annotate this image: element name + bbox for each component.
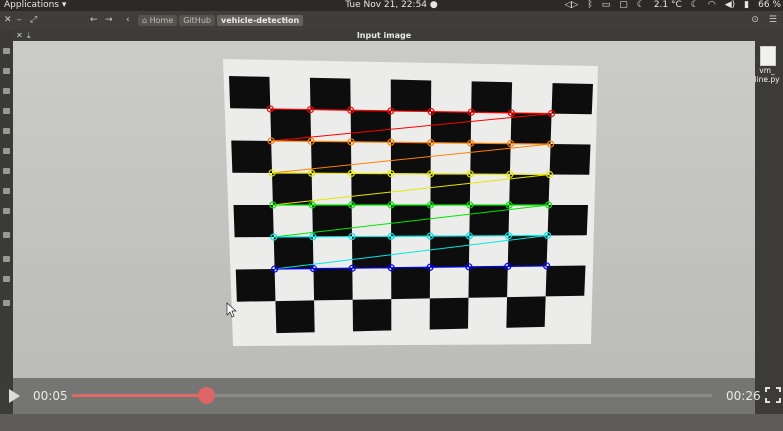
board-square (273, 236, 314, 270)
fullscreen-icon[interactable] (765, 387, 781, 403)
breadcrumb-vehicle-detection[interactable]: vehicle-detection (216, 15, 304, 26)
board-square (352, 236, 392, 269)
desktop-icon[interactable] (3, 88, 10, 94)
pin-icon[interactable]: ⤓ (27, 30, 31, 41)
system-tray: ◁▷ ᛒ ▭ ▢ ☾ 2.1 °C ☾ ◠ ◀) ▮ 66 % (564, 0, 781, 11)
board-square (272, 172, 313, 205)
board-square (233, 205, 274, 238)
weather-icon[interactable]: ☾ (637, 0, 645, 11)
battery-icon[interactable]: ▮ (744, 0, 749, 11)
battery-level[interactable]: 66 % (758, 0, 781, 11)
python-file-icon (760, 46, 776, 66)
network-icon[interactable] (3, 276, 10, 282)
volume-icon[interactable]: ◀) (725, 0, 735, 11)
board-square (545, 265, 586, 297)
clock[interactable]: Tue Nov 21, 22:54 ● (345, 0, 437, 10)
forward-icon[interactable]: → (105, 11, 113, 30)
seek-progress (72, 394, 207, 397)
seek-bar[interactable] (72, 387, 712, 404)
board-square (231, 140, 273, 173)
board-square (350, 110, 391, 143)
temperature[interactable]: 2.1 °C (654, 0, 682, 11)
board-square (470, 143, 511, 175)
file-manager-toolbar: ✕ – ⤢ ← → ‹ ⌂ Home GitHub vehicle-detect… (0, 11, 783, 30)
recent-icon[interactable] (3, 48, 10, 54)
board-square (469, 205, 510, 236)
board-square (430, 111, 472, 144)
breadcrumb: ⌂ Home GitHub vehicle-detection (138, 15, 304, 26)
applications-menu[interactable]: Applications ▾ (4, 0, 66, 11)
board-square (352, 299, 392, 332)
maximize-icon[interactable]: ⤢ (30, 11, 37, 30)
documents-icon[interactable] (3, 108, 10, 114)
back-icon[interactable]: ← (90, 11, 98, 30)
board-square (391, 267, 431, 300)
board-square (430, 173, 471, 205)
bluetooth-icon[interactable]: ᛒ (587, 0, 592, 11)
search-icon[interactable]: ⊙ (751, 11, 759, 30)
total-time: 00:26 (726, 389, 761, 403)
bottom-strip (0, 414, 783, 431)
home-folder-icon[interactable] (3, 68, 10, 74)
breadcrumb-home[interactable]: ⌂ Home (138, 15, 178, 26)
close-icon[interactable]: ✕ (16, 30, 23, 41)
downloads-icon[interactable] (3, 128, 10, 134)
camera-icon[interactable]: ▭ (602, 0, 611, 11)
trash-icon[interactable] (3, 208, 10, 214)
board-square (468, 266, 508, 298)
board-square (275, 300, 315, 334)
chevron-right-icon[interactable]: › (283, 11, 287, 30)
chevron-left-icon[interactable]: ‹ (126, 11, 130, 30)
folder-icon[interactable] (3, 256, 10, 262)
seek-handle[interactable] (198, 387, 216, 404)
top-panel: Applications ▾ Tue Nov 21, 22:54 ● ◁▷ ᛒ … (0, 0, 783, 11)
board-square (509, 174, 550, 205)
window-titlebar[interactable]: ✕ ⤓ Input image (13, 30, 755, 41)
close-icon[interactable]: ✕ (4, 11, 12, 30)
display-icon[interactable]: ▢ (619, 0, 628, 11)
window-title: Input image (356, 31, 412, 40)
desktop-file-name-2: line.py (754, 75, 780, 84)
board-square (430, 235, 470, 268)
desktop-file-name-1: vm_ (759, 66, 775, 75)
video-controls: 00:05 00:26 (0, 378, 783, 414)
file-manager-actions: ⊙ ☰ (751, 11, 777, 30)
board-square (506, 296, 546, 328)
board-square (547, 205, 588, 236)
add-location-icon[interactable] (3, 300, 10, 306)
pictures-icon[interactable] (3, 168, 10, 174)
menu-icon[interactable]: ☰ (769, 11, 777, 30)
board-square (551, 83, 593, 115)
board-square (549, 144, 591, 175)
board-square (429, 297, 469, 330)
board-square (235, 269, 276, 302)
board-square (309, 77, 351, 111)
videos-icon[interactable] (3, 188, 10, 194)
breadcrumb-github[interactable]: GitHub (179, 15, 215, 26)
board-square (351, 173, 392, 205)
checkerboard-image (13, 41, 755, 431)
board-square (510, 112, 552, 145)
file-manager-sidebar (0, 30, 13, 431)
board-square (229, 76, 271, 109)
board-square (471, 81, 513, 113)
current-time: 00:05 (33, 389, 68, 403)
board-square (270, 108, 312, 142)
home-icon: ⌂ (142, 16, 150, 25)
input-image-window: ✕ ⤓ Input image (13, 30, 755, 431)
board-square (390, 79, 432, 112)
desktop-file-icon[interactable]: vm_ line.py (754, 46, 780, 84)
play-icon[interactable] (9, 389, 20, 403)
minimize-icon[interactable]: – (17, 11, 22, 30)
drive-icon[interactable] (3, 232, 10, 238)
media-icon[interactable]: ◁▷ (564, 0, 578, 11)
board-square (313, 268, 353, 301)
music-icon[interactable] (3, 148, 10, 154)
night-mode-icon[interactable]: ☾ (691, 0, 699, 11)
wifi-icon[interactable]: ◠ (708, 0, 716, 11)
